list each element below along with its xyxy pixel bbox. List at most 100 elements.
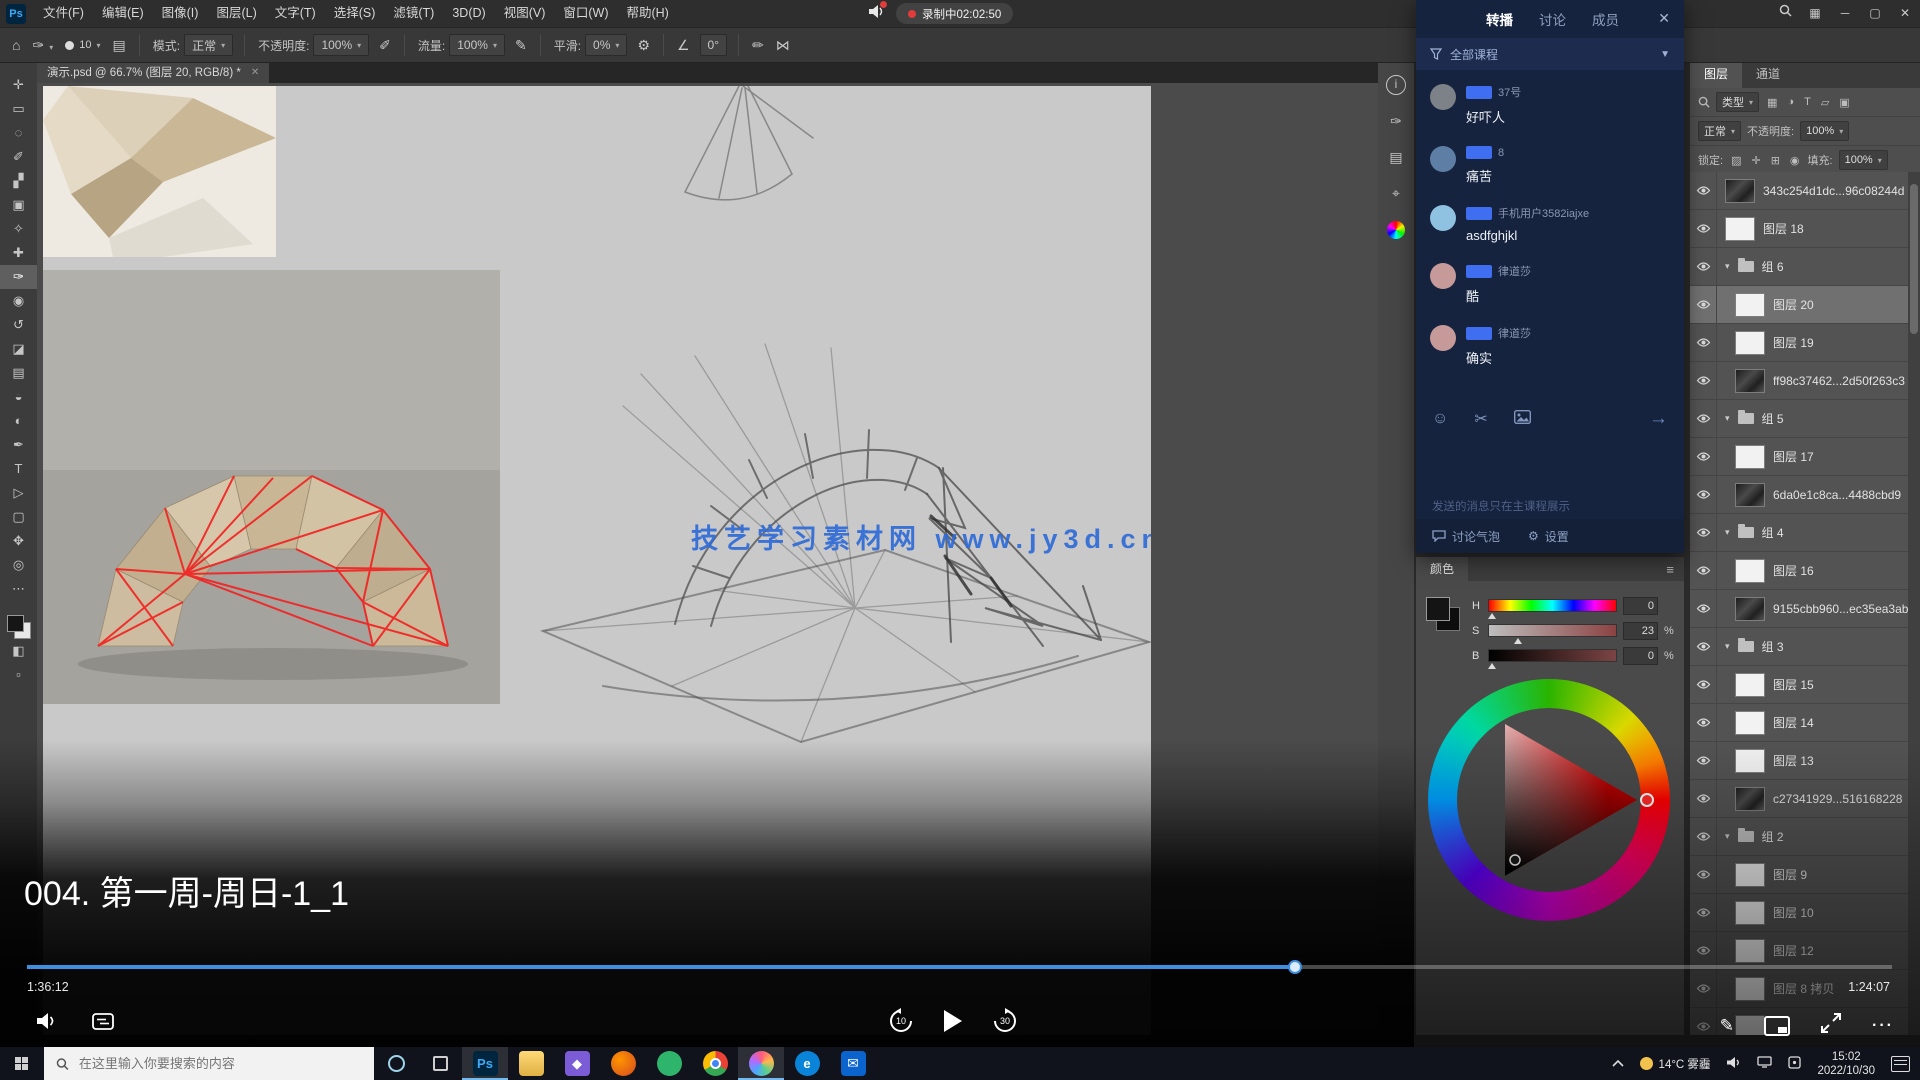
pressure-size-icon[interactable]: ✏ <box>746 37 770 54</box>
brush-preset-icon[interactable]: ✑▾ <box>26 37 59 54</box>
filter-smart-icon[interactable]: ▣ <box>1837 96 1851 109</box>
chat-settings[interactable]: ⚙ 设置 <box>1528 528 1569 545</box>
tab-color[interactable]: 颜色 <box>1416 557 1468 581</box>
filter-adjustment-icon[interactable]: ◑ <box>1785 96 1796 108</box>
group-expand-icon[interactable]: ▾ <box>1725 641 1730 652</box>
layer-opacity-select[interactable]: 100%▾ <box>1800 121 1849 141</box>
speaker-icon[interactable] <box>868 4 884 24</box>
brush-settings-panel-icon[interactable]: ✑ <box>1386 111 1406 131</box>
saturation-slider-thumb[interactable] <box>1514 638 1522 644</box>
pressure-opacity-icon[interactable]: ✐ <box>373 37 397 54</box>
tab-discussion[interactable]: 讨论 <box>1539 9 1566 29</box>
layer-row[interactable]: ▾组 5 <box>1690 400 1908 438</box>
visibility-toggle-icon[interactable] <box>1690 666 1717 703</box>
taskbar-app-explorer[interactable] <box>508 1047 554 1080</box>
eraser-tool[interactable]: ◪ <box>0 337 37 361</box>
flow-select[interactable]: 100%▾ <box>449 34 505 56</box>
fill-select[interactable]: 100%▾ <box>1839 150 1888 170</box>
taskbar-search[interactable] <box>44 1047 374 1080</box>
panel-menu-icon[interactable]: ≡ <box>1666 562 1674 577</box>
chevron-down-icon[interactable]: ▼ <box>1660 49 1670 60</box>
visibility-toggle-icon[interactable] <box>1690 628 1717 665</box>
image-icon[interactable] <box>1514 410 1531 429</box>
frame-tool[interactable]: ▣ <box>0 193 37 217</box>
layer-row[interactable]: ▾组 3 <box>1690 628 1908 666</box>
lock-transparency-icon[interactable]: ▨ <box>1729 154 1743 167</box>
path-select-tool[interactable]: ▷ <box>0 481 37 505</box>
lasso-tool[interactable]: ◌ <box>0 121 37 145</box>
quick-selection-tool[interactable]: ✐ <box>0 145 37 169</box>
saturation-slider[interactable] <box>1488 624 1617 637</box>
clone-source-panel-icon[interactable]: ⌖ <box>1386 183 1406 203</box>
tray-expand-icon[interactable] <box>1612 1058 1624 1070</box>
minimize-button[interactable]: ─ <box>1830 0 1860 27</box>
taskbar-app-chrome[interactable] <box>692 1047 738 1080</box>
filter-pixel-icon[interactable]: ▦ <box>1765 96 1779 109</box>
quick-mask-button[interactable]: ◧ <box>0 639 37 663</box>
hue-value[interactable]: 0 <box>1623 597 1658 615</box>
visibility-toggle-icon[interactable] <box>1690 400 1717 437</box>
cortana-button[interactable] <box>374 1047 418 1080</box>
layer-row[interactable]: 图层 16 <box>1690 552 1908 590</box>
blur-tool[interactable]: ◒ <box>0 385 37 409</box>
marquee-tool[interactable]: ▭ <box>0 97 37 121</box>
emoji-icon[interactable]: ☺ <box>1432 410 1448 428</box>
brush-panel-toggle-icon[interactable]: ▤ <box>106 37 131 54</box>
visibility-toggle-icon[interactable] <box>1690 476 1717 513</box>
history-brush-tool[interactable]: ↺ <box>0 313 37 337</box>
pen-tool[interactable]: ✒ <box>0 433 37 457</box>
hue-slider-thumb[interactable] <box>1488 613 1496 619</box>
layer-row[interactable]: 图层 17 <box>1690 438 1908 476</box>
filter-type-select[interactable]: 类型▾ <box>1716 92 1759 112</box>
lock-artboard-icon[interactable]: ⊞ <box>1769 154 1782 167</box>
visibility-toggle-icon[interactable] <box>1690 438 1717 475</box>
taskbar-app-mail[interactable]: ✉ <box>830 1047 876 1080</box>
skip-forward-button[interactable]: 30 <box>992 1008 1018 1034</box>
symmetry-icon[interactable]: ⋈ <box>770 37 796 54</box>
shape-tool[interactable]: ▢ <box>0 505 37 529</box>
tab-channels[interactable]: 通道 <box>1742 61 1794 88</box>
tray-network-icon[interactable] <box>1757 1056 1772 1071</box>
home-icon[interactable]: ⌂ <box>6 37 26 53</box>
task-view-button[interactable] <box>418 1047 462 1080</box>
move-tool[interactable]: ✛ <box>0 73 37 97</box>
taskbar-app-firefox[interactable] <box>600 1047 646 1080</box>
visibility-toggle-icon[interactable] <box>1690 286 1717 323</box>
blend-mode-select[interactable]: 正常▾ <box>1698 121 1741 141</box>
tab-members[interactable]: 成员 <box>1592 9 1619 29</box>
scrollbar-thumb[interactable] <box>1910 184 1918 334</box>
menu-item[interactable]: 选择(S) <box>325 0 385 27</box>
properties-panel-icon[interactable]: ▤ <box>1386 147 1406 167</box>
group-expand-icon[interactable]: ▾ <box>1725 261 1730 272</box>
zoom-tool[interactable]: ◎ <box>0 553 37 577</box>
layer-row[interactable]: 图层 18 <box>1690 210 1908 248</box>
panel-color-swatches[interactable] <box>1426 597 1460 631</box>
foreground-color-swatch[interactable] <box>1426 597 1450 621</box>
workspace-icon[interactable]: ▦ <box>1800 0 1830 27</box>
visibility-toggle-icon[interactable] <box>1690 172 1717 209</box>
volume-icon[interactable] <box>36 1012 56 1035</box>
visibility-toggle-icon[interactable] <box>1690 552 1717 589</box>
skip-back-button[interactable]: 10 <box>888 1008 914 1034</box>
danmaku-icon[interactable] <box>92 1013 114 1035</box>
menu-item[interactable]: 图像(I) <box>153 0 208 27</box>
menu-item[interactable]: 3D(D) <box>443 0 494 27</box>
healing-brush-tool[interactable]: ✚ <box>0 241 37 265</box>
layer-row[interactable]: ▾组 4 <box>1690 514 1908 552</box>
filter-type-icon[interactable]: T <box>1802 96 1813 108</box>
tab-close-icon[interactable]: ✕ <box>251 67 259 78</box>
brightness-slider-thumb[interactable] <box>1488 663 1496 669</box>
maximize-button[interactable]: ▢ <box>1860 0 1890 27</box>
start-button[interactable] <box>0 1047 44 1080</box>
visibility-toggle-icon[interactable] <box>1690 590 1717 627</box>
edit-toolbar-button[interactable]: ⋯ <box>0 577 37 601</box>
visibility-toggle-icon[interactable] <box>1690 210 1717 247</box>
visibility-toggle-icon[interactable] <box>1690 324 1717 361</box>
layer-row[interactable]: ff98c37462...2d50f263c3 <box>1690 362 1908 400</box>
smoothing-gear-icon[interactable]: ⚙ <box>631 37 656 54</box>
group-expand-icon[interactable]: ▾ <box>1725 413 1730 424</box>
taskbar-app-green[interactable] <box>646 1047 692 1080</box>
layer-row[interactable]: 343c254d1dc...96c08244d <box>1690 172 1908 210</box>
color-wheel-panel-icon[interactable] <box>1387 221 1405 239</box>
brightness-slider[interactable] <box>1488 649 1617 662</box>
